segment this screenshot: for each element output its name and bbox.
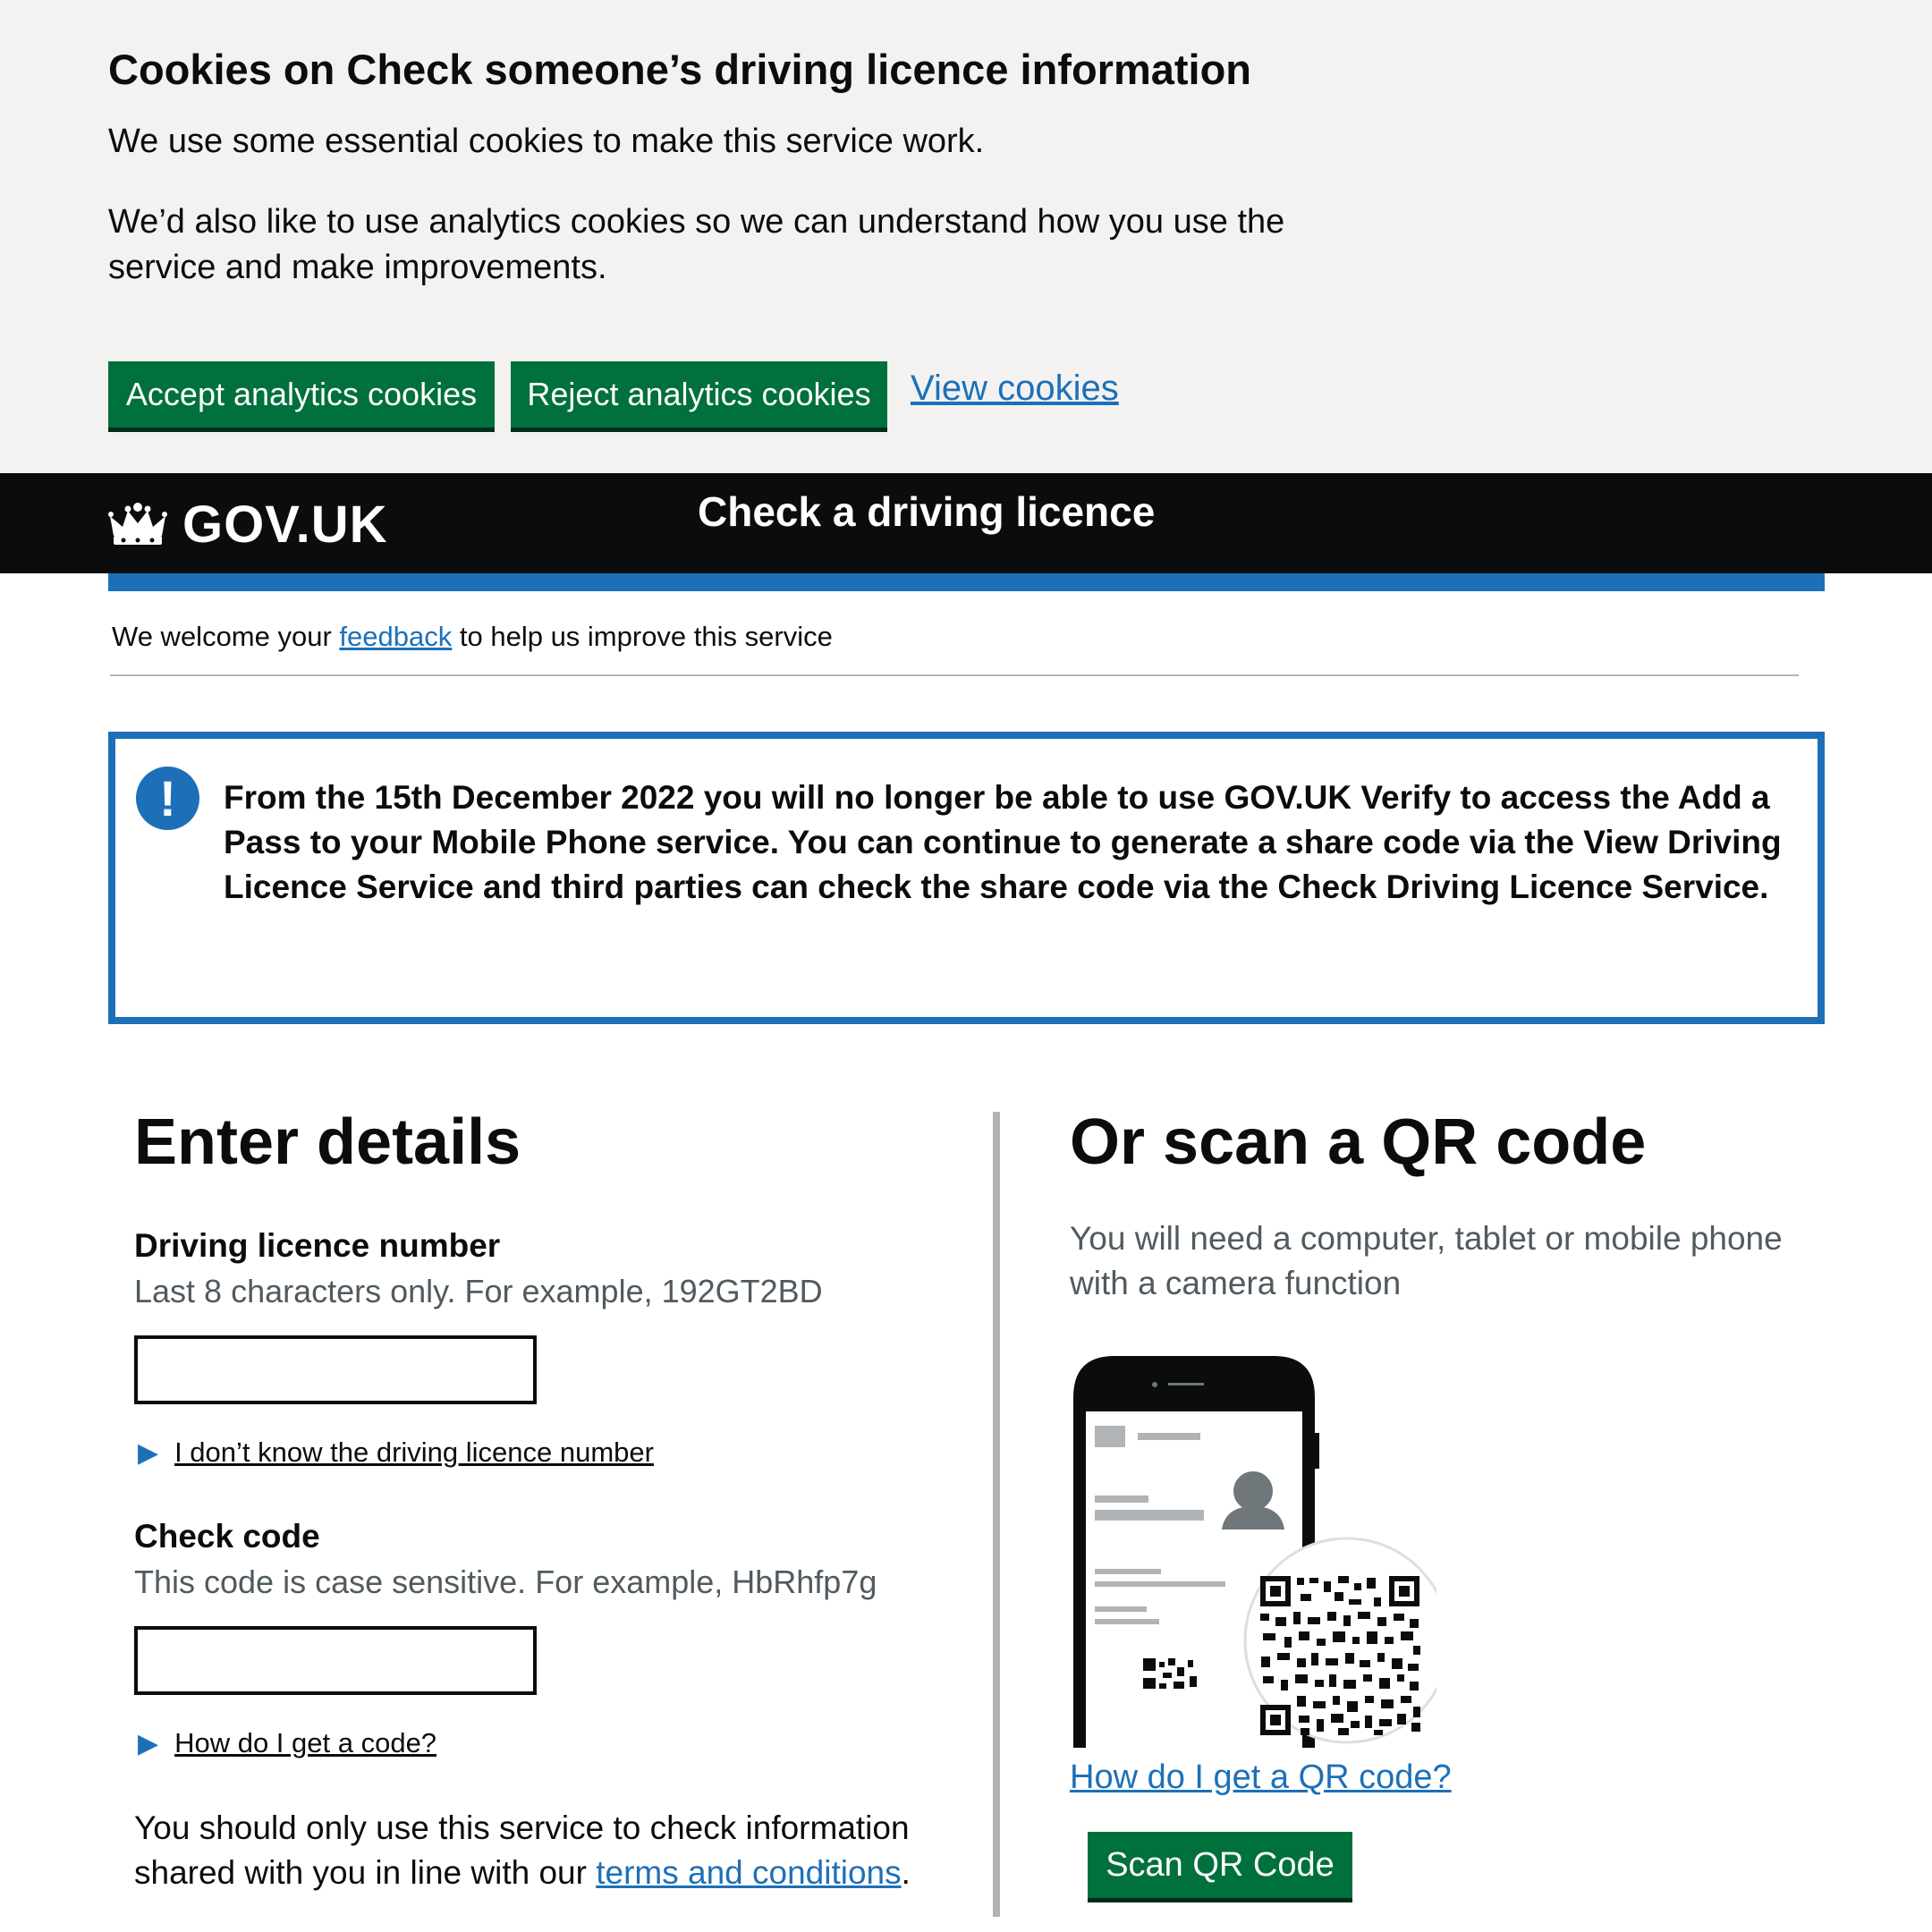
- licence-help-summary[interactable]: I don’t know the driving licence number: [174, 1436, 654, 1468]
- accept-analytics-cookies-button[interactable]: Accept analytics cookies: [108, 361, 495, 428]
- cookie-banner: Cookies on Check someone’s driving licen…: [0, 0, 1932, 473]
- column-divider: [993, 1112, 1000, 1917]
- code-help-summary[interactable]: How do I get a code?: [174, 1727, 436, 1758]
- feedback-link[interactable]: feedback: [339, 621, 452, 652]
- how-to-get-qr-code-link[interactable]: How do I get a QR code?: [1070, 1758, 1452, 1797]
- triangle-right-icon: ▶: [138, 1438, 159, 1468]
- cookie-banner-text-analytics: We’d also like to use analytics cookies …: [108, 203, 1285, 287]
- divider: [110, 674, 1799, 676]
- check-code-label: Check code: [134, 1518, 320, 1555]
- cookie-banner-text: We use some essential cookies to make th…: [108, 123, 985, 160]
- licence-number-input[interactable]: [134, 1335, 537, 1404]
- check-code-hint: This code is case sensitive. For example…: [134, 1563, 877, 1600]
- view-cookies-link[interactable]: View cookies: [911, 369, 1119, 409]
- govuk-logo-link[interactable]: GOV.UK: [182, 495, 387, 555]
- phone-qr-illustration: [1073, 1356, 1436, 1748]
- feedback-banner: We welcome your feedback to help us impr…: [112, 621, 833, 653]
- licence-number-label: Driving licence number: [134, 1227, 501, 1264]
- feedback-text-before: We welcome your: [112, 621, 332, 652]
- cookie-banner-title: Cookies on Check someone’s driving licen…: [108, 46, 1251, 93]
- enter-details-heading: Enter details: [134, 1106, 521, 1178]
- scan-qr-heading: Or scan a QR code: [1070, 1106, 1647, 1178]
- licence-number-hint: Last 8 characters only. For example, 192…: [134, 1273, 823, 1309]
- code-help-details[interactable]: ▶ How do I get a code?: [138, 1727, 436, 1759]
- scan-qr-hint: You will need a computer, tablet or mobi…: [1070, 1220, 1783, 1301]
- terms-full-stop: .: [901, 1854, 911, 1891]
- check-code-input[interactable]: [134, 1626, 537, 1695]
- reject-analytics-cookies-button[interactable]: Reject analytics cookies: [511, 361, 887, 428]
- header-blue-bar: [108, 573, 1825, 591]
- service-name-link[interactable]: Check a driving licence: [698, 487, 1155, 536]
- exclamation-icon: !: [136, 767, 199, 830]
- feedback-text-after: to help us improve this service: [459, 621, 833, 652]
- crown-icon: [108, 503, 167, 545]
- notification-text: From the 15th December 2022 you will no …: [224, 779, 1782, 905]
- licence-help-details[interactable]: ▶ I don’t know the driving licence number: [138, 1436, 654, 1469]
- govuk-header: GOV.UK Check a driving licence: [0, 473, 1932, 573]
- scan-qr-code-button[interactable]: Scan QR Code: [1088, 1832, 1352, 1898]
- terms-paragraph: You should only use this service to chec…: [134, 1806, 993, 1895]
- terms-and-conditions-link[interactable]: terms and conditions: [596, 1854, 901, 1891]
- triangle-right-icon: ▶: [138, 1729, 159, 1758]
